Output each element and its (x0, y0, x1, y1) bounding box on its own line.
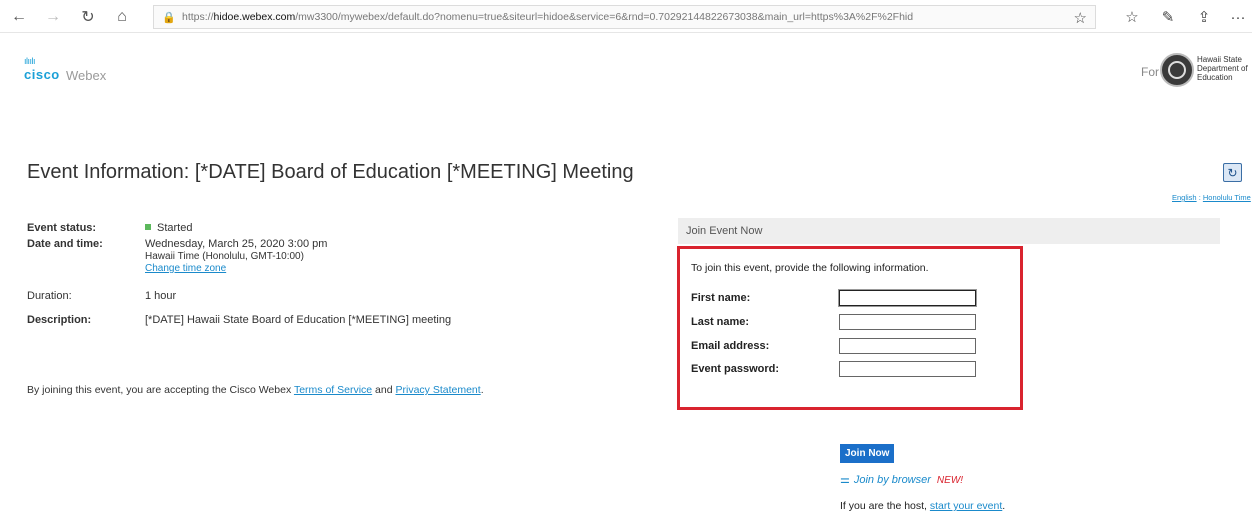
description-value: [*DATE] Hawaii State Board of Education … (145, 314, 452, 326)
for-label: For (1141, 65, 1159, 79)
join-instructions: To join this event, provide the followin… (691, 262, 929, 274)
webex-logo-text: Webex (66, 68, 107, 83)
host-start-line: If you are the host, start your event. (840, 500, 1005, 512)
home-icon[interactable]: ⌂ (111, 6, 133, 28)
date-time-label: Date and time: (27, 238, 103, 250)
privacy-statement-link[interactable]: Privacy Statement (395, 384, 480, 396)
lock-icon: 🔒 (162, 11, 176, 24)
first-name-field[interactable] (839, 290, 976, 306)
url-host: hidoe.webex.com (213, 11, 296, 23)
date-time-line1: Wednesday, March 25, 2020 3:00 pm (145, 238, 328, 250)
first-name-label: First name: (691, 292, 751, 304)
event-status-value: Started (145, 222, 192, 234)
org-name: Hawaii State Department of Education (1197, 55, 1248, 82)
language-timezone-links: English : Honolulu Time (1172, 193, 1251, 202)
add-favorite-icon[interactable]: ☆ (1074, 9, 1087, 27)
language-link[interactable]: English (1172, 193, 1197, 202)
email-address-label: Email address: (691, 340, 770, 352)
duration-label: Duration: (27, 290, 72, 302)
refresh-icon[interactable]: ↻ (77, 6, 99, 28)
start-event-link[interactable]: start your event (930, 500, 1002, 512)
new-badge: NEW! (936, 475, 964, 486)
join-event-header: Join Event Now (678, 218, 1220, 244)
browser-icon: ⚌ (840, 474, 850, 486)
join-by-browser: ⚌ Join by browser NEW! (840, 473, 963, 486)
back-icon[interactable]: ← (8, 6, 30, 28)
favorites-icon[interactable]: ☆ (1121, 6, 1143, 28)
terms-prefix: By joining this event, you are accepting… (27, 384, 294, 396)
timezone-link[interactable]: Honolulu Time (1203, 193, 1251, 202)
event-password-field[interactable] (839, 361, 976, 377)
join-now-button[interactable]: Join Now (840, 444, 895, 463)
duration-value: 1 hour (145, 290, 177, 302)
cisco-logo-bars: ılıılı (24, 56, 36, 66)
more-icon[interactable]: ··· (1227, 6, 1249, 28)
address-bar[interactable]: 🔒 https://hidoe.webex.com/mw3300/mywebex… (153, 5, 1096, 29)
page-title: Event Information: [*DATE] Board of Educ… (27, 161, 634, 183)
browser-toolbar: ← → ↻ ⌂ 🔒 https://hidoe.webex.com/mw3300… (0, 0, 1252, 33)
terms-of-service-link[interactable]: Terms of Service (294, 384, 372, 396)
last-name-field[interactable] (839, 314, 976, 330)
terms-and: and (372, 384, 396, 396)
cisco-logo-text: cisco (24, 67, 60, 82)
event-status-label: Event status: (27, 222, 97, 234)
share-icon[interactable]: ⇪ (1193, 6, 1215, 28)
last-name-label: Last name: (691, 316, 750, 328)
terms-suffix: . (480, 384, 484, 396)
doe-seal-icon (1160, 53, 1194, 87)
email-address-field[interactable] (839, 338, 976, 354)
url-path: /mw3300/mywebex/default.do?nomenu=true&s… (295, 11, 914, 23)
event-password-label: Event password: (691, 363, 780, 375)
terms-notice: By joining this event, you are accepting… (27, 384, 484, 396)
forward-icon[interactable]: → (42, 6, 64, 28)
join-by-browser-link[interactable]: Join by browser (854, 474, 931, 486)
change-time-zone-link[interactable]: Change time zone (145, 263, 226, 274)
status-started-icon (145, 224, 151, 230)
event-status-text: Started (157, 222, 193, 234)
date-time-line2: Hawaii Time (Honolulu, GMT-10:00) (145, 251, 304, 262)
pen-icon[interactable]: ✎ (1157, 6, 1179, 28)
host-suffix: . (1002, 500, 1006, 512)
description-label: Description: (27, 314, 92, 326)
url-prefix: https:// (182, 11, 214, 23)
refresh-page-button[interactable]: ↻ (1223, 163, 1242, 182)
host-prefix: If you are the host, (840, 500, 930, 512)
